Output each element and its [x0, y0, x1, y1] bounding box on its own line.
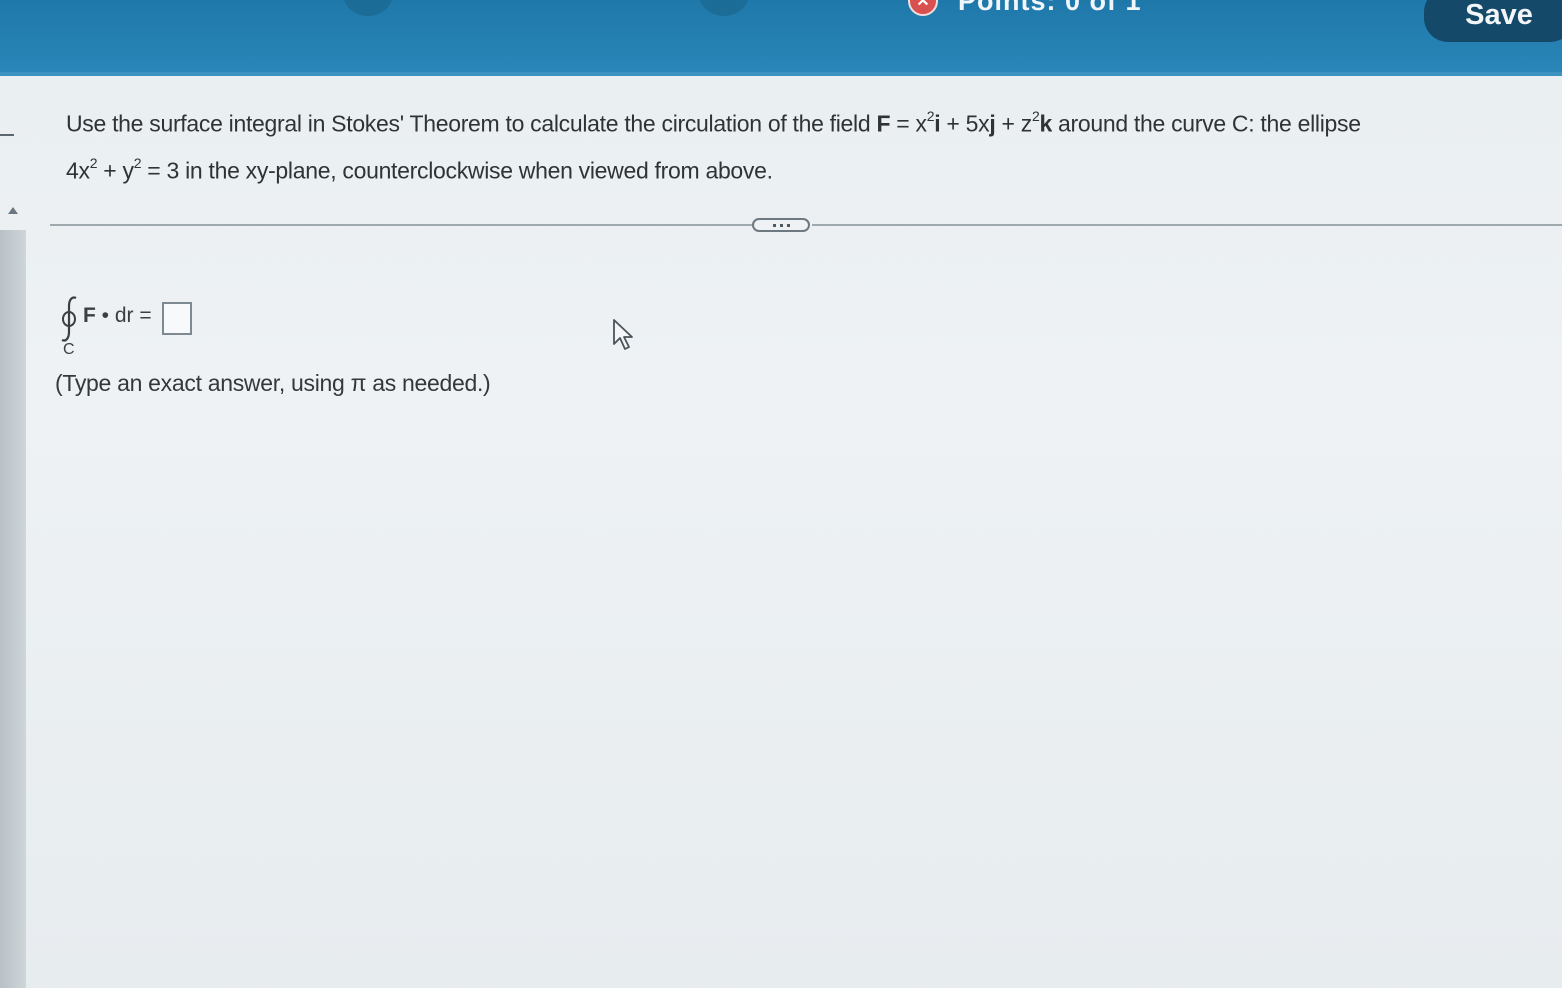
left-scrollbar[interactable]: [0, 230, 26, 988]
section-divider: [50, 224, 752, 226]
question-text: Use the surface integral in Stokes' Theo…: [66, 108, 1361, 184]
expand-more-button[interactable]: [752, 218, 810, 232]
left-panel-tick: [0, 134, 14, 136]
dot-icon: [772, 223, 776, 227]
integral-subscript: C: [63, 341, 75, 358]
points-indicator: ✕ Points: 0 of 1: [908, 0, 1142, 16]
answer-hint: (Type an exact answer, using π as needed…: [55, 370, 491, 396]
integrand: F • dr =: [83, 304, 152, 327]
nav-circle-button[interactable]: [698, 0, 750, 16]
dot-icon: [786, 223, 790, 227]
points-text: Points: 0 of 1: [958, 0, 1142, 16]
scroll-up-arrow-icon[interactable]: [8, 207, 18, 214]
dot-icon: [779, 223, 783, 227]
section-divider: [812, 224, 1562, 226]
incorrect-x-icon: ✕: [908, 0, 938, 16]
nav-circle-button[interactable]: [342, 0, 394, 16]
save-button[interactable]: Save: [1424, 0, 1562, 42]
top-header-bar: ✕ Points: 0 of 1 Save: [0, 0, 1562, 76]
mouse-cursor-icon: [613, 319, 633, 350]
contour-integral-icon: [61, 296, 77, 342]
answer-input[interactable]: [162, 302, 192, 335]
